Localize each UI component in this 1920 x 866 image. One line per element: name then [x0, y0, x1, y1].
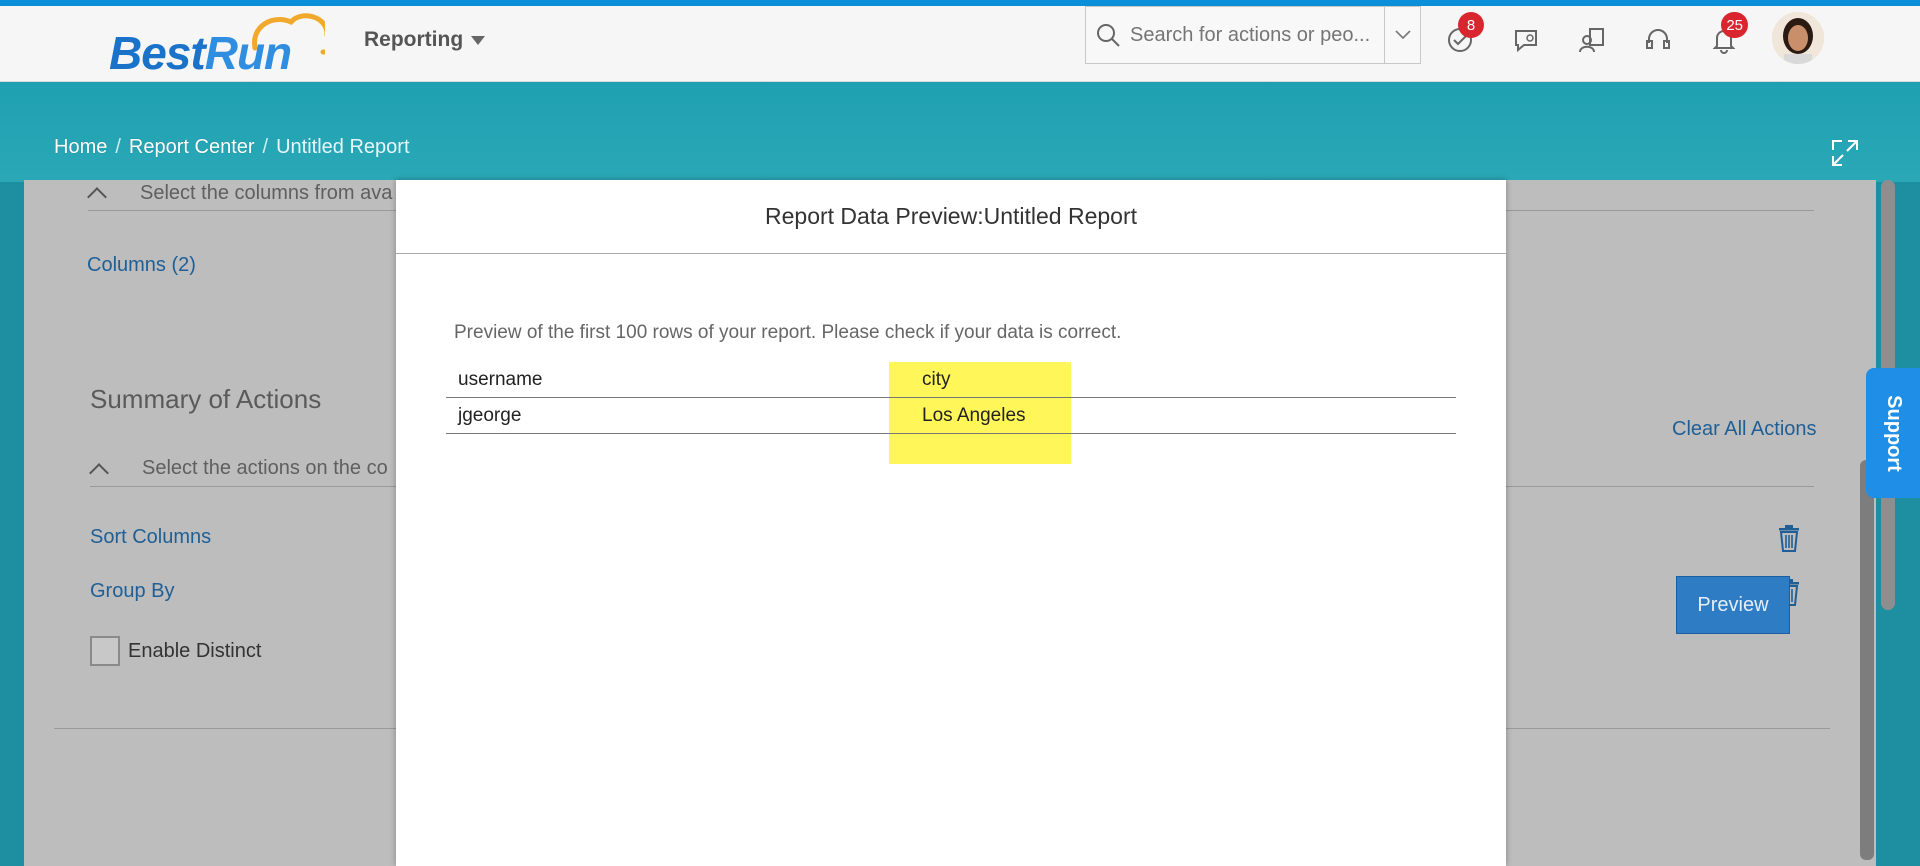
- product-menu[interactable]: Reporting: [364, 28, 486, 52]
- search-input[interactable]: [1130, 23, 1370, 47]
- table-cell: jgeorge: [458, 405, 522, 426]
- group-by-link[interactable]: Group By: [90, 580, 174, 603]
- support-tab[interactable]: Support: [1866, 368, 1920, 498]
- notifications-button[interactable]: 25: [1704, 12, 1748, 60]
- table-header-row: username city: [446, 362, 1456, 398]
- todo-button[interactable]: 8: [1440, 12, 1484, 60]
- preview-button[interactable]: Preview: [1676, 576, 1790, 634]
- logo-wordmark: BestRun: [109, 27, 292, 79]
- search-icon: [1086, 7, 1130, 63]
- breadcrumb-separator: /: [262, 136, 269, 158]
- page-scrollbar[interactable]: [1860, 460, 1874, 860]
- table-row: jgeorge Los Angeles: [446, 398, 1456, 434]
- chevron-down-icon: [1394, 30, 1411, 40]
- search-box[interactable]: [1085, 6, 1421, 64]
- report-preview-dialog: Report Data Preview:Untitled Report Prev…: [396, 180, 1506, 866]
- support-label: Support: [1882, 394, 1905, 472]
- collapse-actions-icon[interactable]: [89, 463, 109, 483]
- company-logo[interactable]: BestRun: [105, 12, 325, 79]
- notifications-count-badge: 25: [1721, 12, 1748, 38]
- learning-button[interactable]: [1572, 20, 1612, 60]
- sort-columns-link[interactable]: Sort Columns: [90, 526, 211, 549]
- summary-of-actions-title: Summary of Actions: [90, 384, 322, 414]
- search-dropdown-button[interactable]: [1384, 7, 1420, 63]
- trash-icon[interactable]: [1776, 524, 1802, 552]
- collapse-columns-icon[interactable]: [87, 187, 107, 207]
- column-header: city: [922, 369, 951, 390]
- user-portrait-icon: [1772, 12, 1824, 64]
- breadcrumb-separator: /: [115, 136, 121, 158]
- enable-distinct-checkbox[interactable]: [90, 636, 120, 666]
- people-card-icon: [1579, 28, 1604, 53]
- dialog-title: Report Data Preview:Untitled Report: [396, 180, 1506, 254]
- page-header-band: [0, 82, 1920, 182]
- shell-bar: BestRun Reporting 8 25: [0, 6, 1920, 82]
- chat-bubble-icon: [1515, 30, 1537, 53]
- product-menu-label: Reporting: [364, 28, 464, 51]
- columns-hint: Select the columns from ava: [140, 182, 393, 204]
- fullscreen-expand-icon[interactable]: [1830, 138, 1860, 168]
- actions-hint: Select the actions on the co: [142, 457, 388, 479]
- enable-distinct-label: Enable Distinct: [128, 640, 262, 662]
- caret-down-icon: [471, 35, 486, 45]
- dialog-description: Preview of the first 100 rows of your re…: [454, 322, 1122, 343]
- column-header: username: [458, 369, 543, 390]
- breadcrumb: Home / Report Center / Untitled Report: [54, 136, 410, 159]
- help-button[interactable]: [1638, 20, 1678, 60]
- user-avatar[interactable]: [1772, 12, 1824, 64]
- clear-all-actions-link[interactable]: Clear All Actions: [1672, 418, 1817, 441]
- feedback-button[interactable]: [1506, 20, 1546, 60]
- table-cell: Los Angeles: [922, 405, 1026, 426]
- todo-count-badge: 8: [1458, 12, 1484, 38]
- breadcrumb-home[interactable]: Home: [54, 136, 107, 159]
- breadcrumb-report-center[interactable]: Report Center: [129, 136, 255, 159]
- headset-icon: [1646, 29, 1670, 49]
- columns-link[interactable]: Columns (2): [87, 254, 196, 277]
- breadcrumb-current: Untitled Report: [276, 136, 410, 158]
